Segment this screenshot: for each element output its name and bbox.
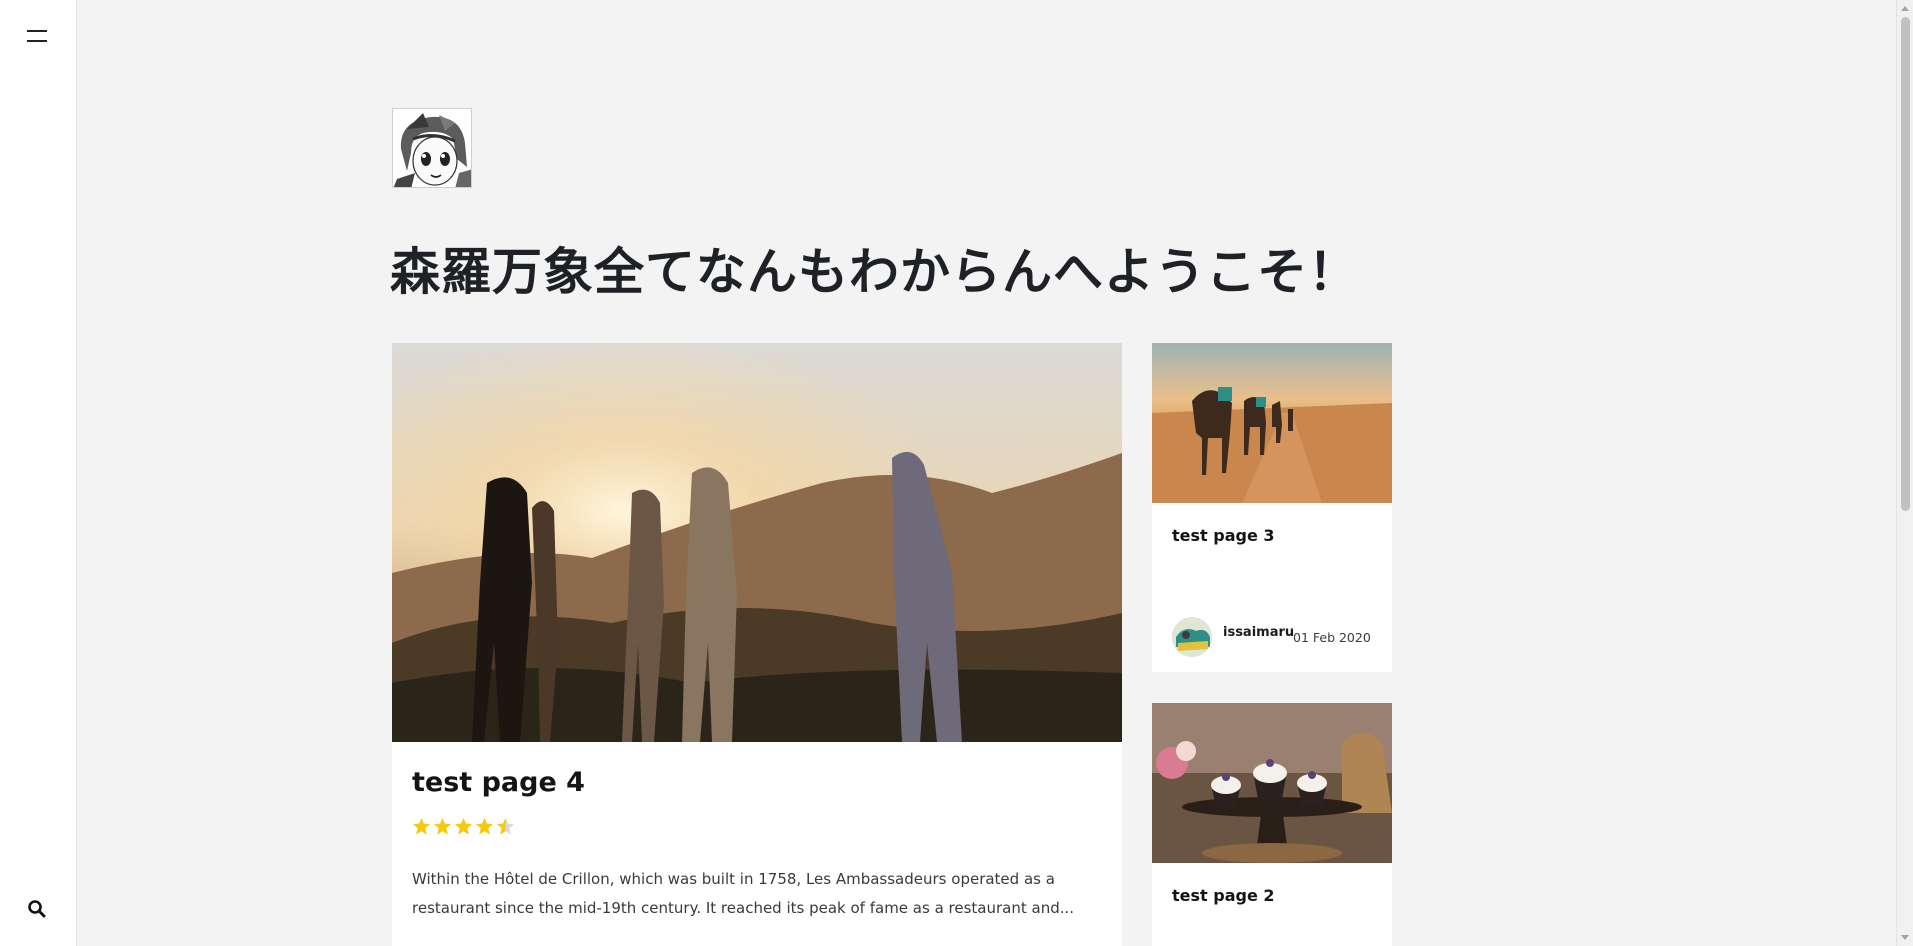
- scroll-up-arrow-icon[interactable]: [1901, 6, 1909, 11]
- featured-post-image[interactable]: [392, 343, 1122, 742]
- post-meta: issaimaru 01 Feb 2020: [1172, 617, 1382, 657]
- featured-post-excerpt: Within the Hôtel de Crillon, which was b…: [412, 870, 1075, 917]
- star-icon: [475, 817, 494, 835]
- author-name[interactable]: issaimaru: [1223, 625, 1294, 640]
- search-icon[interactable]: [27, 899, 47, 919]
- star-rating: [412, 817, 515, 839]
- scrollbar-thumb[interactable]: [1901, 17, 1910, 511]
- post-title[interactable]: test page 2: [1172, 886, 1275, 905]
- post-title[interactable]: test page 3: [1172, 526, 1275, 545]
- post-date: 01 Feb 2020: [1293, 630, 1371, 645]
- scroll-down-arrow-icon[interactable]: [1901, 935, 1909, 940]
- star-icon: [454, 817, 473, 835]
- post-image[interactable]: [1152, 703, 1392, 863]
- scrollbar[interactable]: [1896, 0, 1913, 946]
- post-card[interactable]: test page 2: [1152, 703, 1392, 946]
- site-logo[interactable]: [392, 108, 472, 188]
- side-rail: [0, 0, 77, 946]
- featured-post-title[interactable]: test page 4: [412, 767, 585, 798]
- menu-icon[interactable]: [27, 28, 49, 46]
- featured-post-card[interactable]: test page 4 Within the Hôtel de Crillon,…: [392, 343, 1122, 946]
- star-icon: [412, 817, 431, 835]
- post-image[interactable]: [1152, 343, 1392, 503]
- post-card[interactable]: test page 3 issaimaru 01 Feb 2020: [1152, 343, 1392, 672]
- site-title: 森羅万象全てなんもわからんへようこそ！: [390, 243, 1359, 301]
- star-icon: [433, 817, 452, 835]
- star-half-icon: [496, 817, 515, 835]
- avatar[interactable]: [1172, 617, 1212, 657]
